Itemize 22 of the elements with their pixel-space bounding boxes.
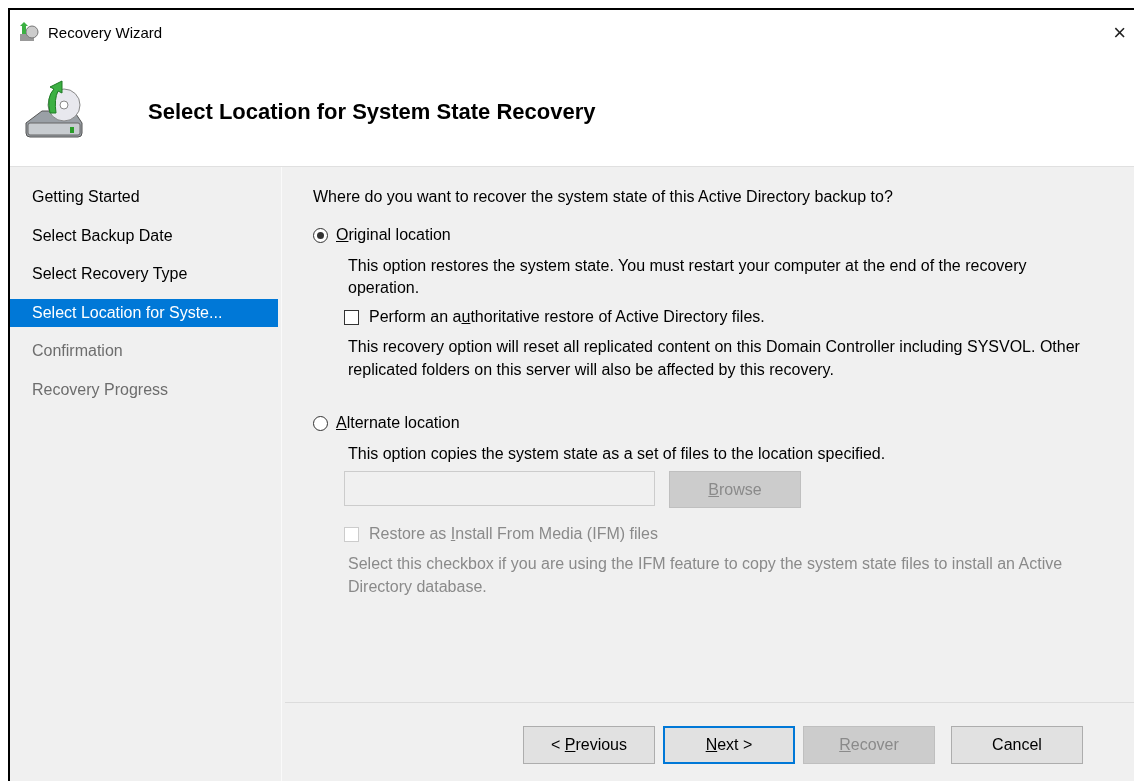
close-button[interactable]: × — [1109, 22, 1130, 44]
checkbox-label[interactable]: Perform an authoritative restore of Active Directory files. — [369, 305, 765, 329]
step-item[interactable]: Select Location for Syste... — [10, 298, 278, 327]
radio-label[interactable]: Original location — [336, 223, 451, 247]
window-title: Recovery Wizard — [48, 22, 163, 43]
step-item[interactable]: Getting Started — [10, 183, 278, 211]
wizard-button[interactable]: Next > — [663, 726, 795, 764]
wizard-button[interactable]: Cancel — [951, 726, 1083, 764]
radio-label[interactable]: Alternate location — [336, 411, 460, 435]
option-description: This option restores the system state. You must restart your computer at the end of the recovery operation. — [348, 256, 1028, 298]
app-icon — [18, 22, 40, 44]
wizard-button[interactable]: < Previous — [523, 726, 655, 764]
question-text: Where do you want to recover the system state of this Active Directory backup to? — [313, 187, 894, 207]
page-heading: Select Location for System State Recovery — [148, 97, 596, 126]
radio-button[interactable] — [313, 227, 328, 243]
checkbox[interactable] — [344, 309, 359, 325]
option-description: This option copies the system state as a set of files to the location specified. — [348, 444, 887, 464]
radio-button[interactable] — [313, 415, 328, 431]
step-item[interactable]: Select Recovery Type — [10, 260, 278, 288]
checkbox-note: This recovery option will reset all replicated content on this Domain Controller including SYSVOL. Other replicated folders on this server will also be affected by this recovery. — [348, 337, 1081, 380]
checkbox-note: Select this checkbox if you are using the IFM feature to copy the system state files to install an Active Directory database. — [348, 554, 1064, 597]
step-item[interactable]: Select Backup Date — [10, 221, 278, 250]
